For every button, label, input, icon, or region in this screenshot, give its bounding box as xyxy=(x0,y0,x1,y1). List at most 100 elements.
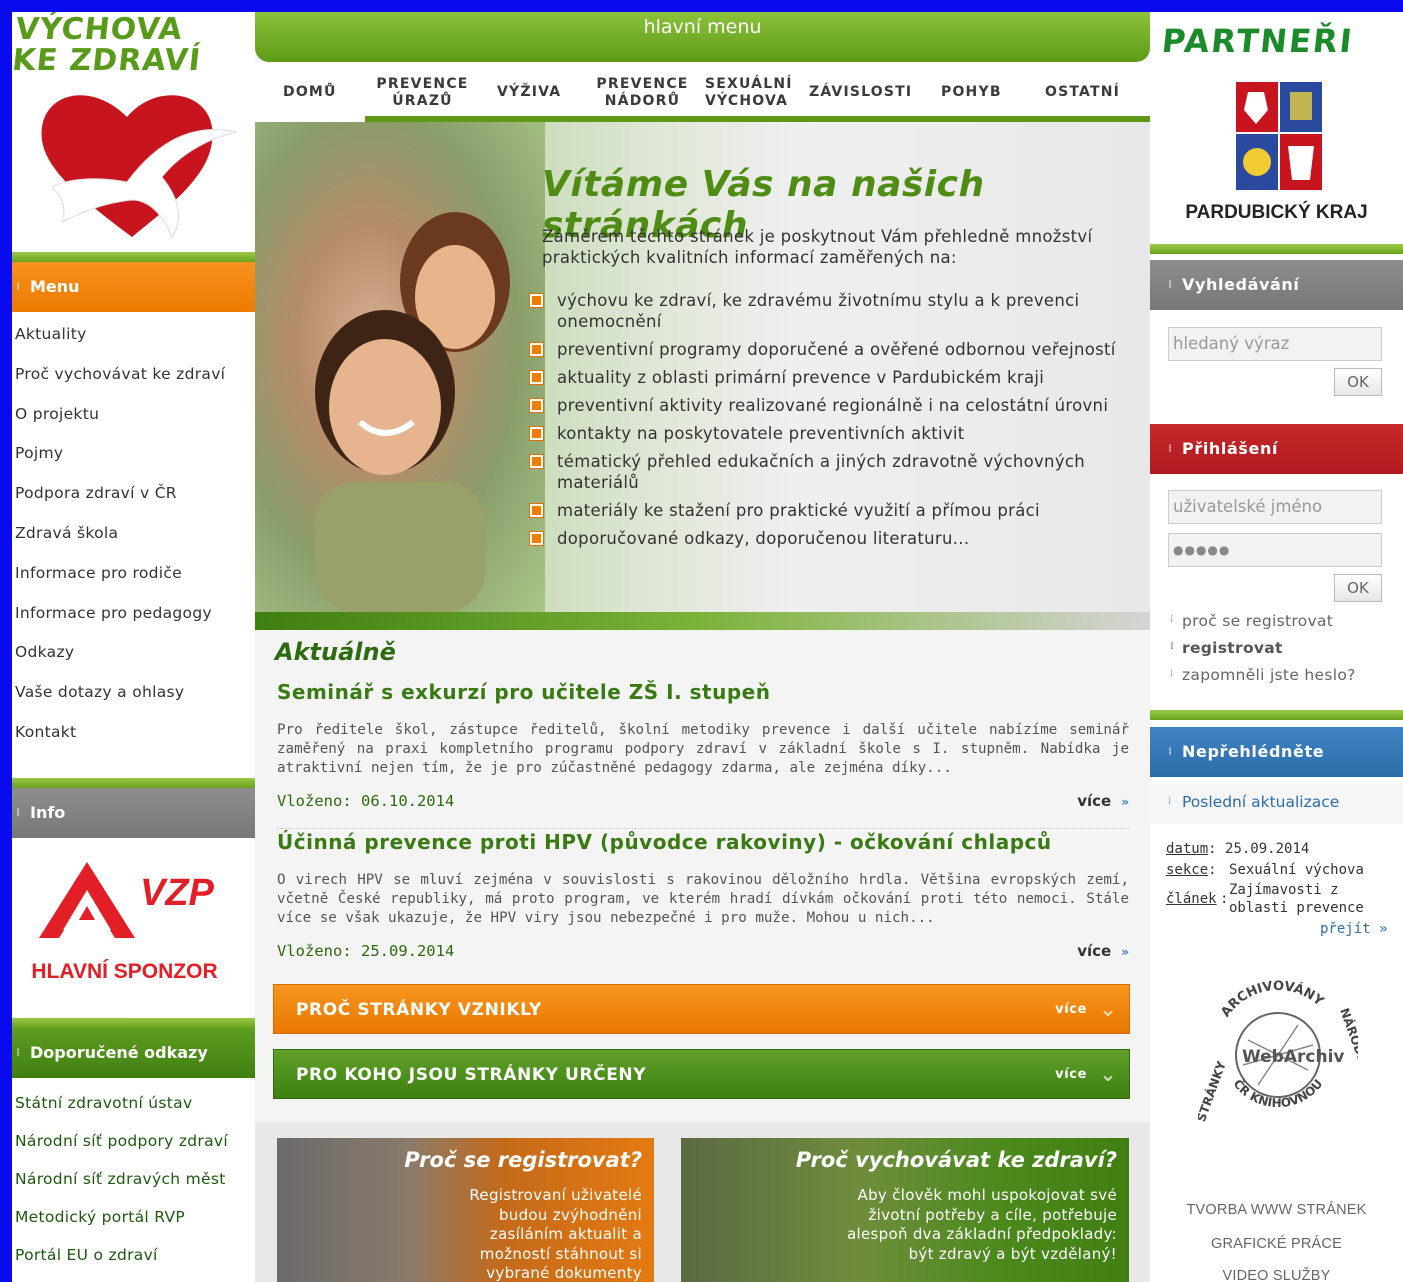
login-button[interactable]: OK xyxy=(1334,574,1382,602)
sponsor-label: HLAVNÍ SPONZOR xyxy=(31,959,218,983)
promo-title: Proč vychovávat ke zdraví? xyxy=(795,1148,1117,1172)
menu-item[interactable]: Informace pro rodiče xyxy=(12,559,255,599)
nav-item-cancer-prevention[interactable]: PREVENCE NÁDORŮ xyxy=(595,76,690,110)
band-more: více xyxy=(1055,1067,1087,1082)
hero-bottom-bar xyxy=(255,612,1150,630)
article-title[interactable]: Účinná prevence proti HPV (původce rakov… xyxy=(277,830,1129,854)
footer-link-web[interactable]: TVORBA WWW STRÁNEK xyxy=(1150,1202,1403,1218)
menu-item[interactable]: Vaše dotazy a ohlasy xyxy=(12,678,255,718)
divider xyxy=(1150,710,1403,720)
news-section: Aktuálně Seminář s exkurzí pro učitele Z… xyxy=(255,630,1150,1130)
site-logo[interactable]: VÝCHOVA KE ZDRAVÍ xyxy=(12,12,255,252)
forgot-password-link[interactable]: ⁞ zapomněli jste heslo? xyxy=(1170,666,1356,684)
footer-link-video[interactable]: VIDEO SLUŽBY xyxy=(1150,1268,1403,1282)
couple-photo-icon xyxy=(315,212,510,612)
menu-item[interactable]: Podpora zdraví v ČR xyxy=(12,479,255,519)
recommended-links: Státní zdravotní ústav Národní síť podpo… xyxy=(12,1078,255,1280)
nav-item-addictions[interactable]: ZÁVISLOSTI xyxy=(809,84,912,101)
bullet-square-icon xyxy=(530,504,543,517)
search-heading: ⁞ Vyhledávání xyxy=(1150,260,1403,310)
password-field[interactable]: ●●●●● xyxy=(1168,533,1382,567)
info-heading: ⁞ Info xyxy=(12,787,255,838)
menu-item[interactable]: Kontakt xyxy=(12,718,255,758)
hero-bullet: kontakty na poskytovatele preventivních … xyxy=(530,423,1120,444)
recommended-link[interactable]: Metodický portál RVP xyxy=(12,1204,255,1242)
webarchiv-badge-icon[interactable]: WebArchiv ARCHIVOVÁNY STRÁNKY NÁRODNÍ ČR… xyxy=(1198,970,1358,1140)
left-menu: Aktuality Proč vychovávat ke zdraví O pr… xyxy=(12,312,255,758)
bullet-square-icon xyxy=(530,371,543,384)
bullet-square-icon xyxy=(530,427,543,440)
go-link[interactable]: přejít » xyxy=(1320,920,1387,938)
sponsor-banner[interactable]: VZP HLAVNÍ SPONZOR xyxy=(12,837,255,1018)
article-date: Vloženo: 06.10.2014 xyxy=(277,792,455,810)
news-article: Seminář s exkurzí pro učitele ZŠ I. stup… xyxy=(277,680,1129,812)
menu-item[interactable]: Pojmy xyxy=(12,439,255,479)
promo-register[interactable]: Proč se registrovat? Registrovaní uživat… xyxy=(277,1138,654,1282)
svg-text:ČR KNIHOVNOU: ČR KNIHOVNOU xyxy=(1231,1076,1326,1110)
promo-why[interactable]: Proč vychovávat ke zdraví? Aby člověk mo… xyxy=(681,1138,1129,1282)
logo-line-1: VÝCHOVA xyxy=(13,12,185,47)
bullet-square-icon xyxy=(530,343,543,356)
menu-item[interactable]: Proč vychovávat ke zdraví xyxy=(12,360,255,400)
nav-item-movement[interactable]: POHYB xyxy=(941,84,1002,101)
news-heading: Aktuálně xyxy=(275,638,396,666)
why-sites-band[interactable]: PROČ STRÁNKY VZNIKLY více ⌄ xyxy=(273,984,1130,1034)
menu-item[interactable]: Aktuality xyxy=(12,320,255,360)
divider xyxy=(1150,244,1403,254)
footer-link-graphics[interactable]: GRAFICKÉ PRÁCE xyxy=(1150,1236,1403,1252)
nav-item-injury-prevention[interactable]: PREVENCE ÚRAZŮ xyxy=(375,76,470,110)
coat-of-arms-icon[interactable] xyxy=(1234,80,1324,195)
divider xyxy=(12,252,255,262)
nav-item-sex-education[interactable]: SEXUÁLNÍ VÝCHOVA xyxy=(705,76,795,110)
article-text: Pro ředitele škol, zástupce ředitelů, šk… xyxy=(277,722,1129,776)
promo-area: Proč se registrovat? Registrovaní uživat… xyxy=(255,1122,1150,1282)
hero-bullet: preventivní aktivity realizované regioná… xyxy=(530,395,1120,416)
nav-item-nutrition[interactable]: VÝŽIVA xyxy=(497,84,561,101)
register-link[interactable]: ⁞ registrovat xyxy=(1170,639,1283,657)
svg-text:WebArchiv: WebArchiv xyxy=(1242,1047,1344,1067)
double-chevron-icon: » xyxy=(1121,945,1129,959)
article-footer: Vloženo: 06.10.2014 více» xyxy=(277,792,1129,812)
vzp-logo-icon xyxy=(39,861,135,938)
hero-bullet: preventivní programy doporučené a ověřen… xyxy=(530,339,1120,360)
hero-bullet: aktuality z oblasti primární prevence v … xyxy=(530,367,1120,388)
bullet-square-icon xyxy=(530,399,543,412)
recommended-link[interactable]: Národní síť zdravých měst xyxy=(12,1166,255,1204)
article-divider xyxy=(277,828,1129,829)
menu-heading: ⁞ Menu xyxy=(12,262,255,312)
nav-item-home[interactable]: DOMŮ xyxy=(283,84,337,101)
promo-text: Registrovaní uživatelé budou zvýhodněni … xyxy=(469,1186,642,1282)
region-name: PARDUBICKÝ KRAJ xyxy=(1185,202,1368,223)
bullet-square-icon xyxy=(530,532,543,545)
more-link[interactable]: více» xyxy=(1077,942,1129,960)
nav-item-other[interactable]: OSTATNÍ xyxy=(1045,84,1120,101)
menu-item[interactable]: Informace pro pedagogy xyxy=(12,599,255,639)
svg-text:STRÁNKY: STRÁNKY xyxy=(1198,1059,1229,1124)
menu-item[interactable]: Odkazy xyxy=(12,638,255,678)
promo-title: Proč se registrovat? xyxy=(404,1148,642,1172)
hero-photo xyxy=(255,122,545,612)
bullet-square-icon xyxy=(530,294,543,307)
menu-item[interactable]: Zdravá škola xyxy=(12,519,255,559)
recommended-link[interactable]: Státní zdravotní ústav xyxy=(12,1090,255,1128)
bullet-square-icon xyxy=(530,455,543,468)
username-field[interactable]: uživatelské jméno xyxy=(1168,490,1382,524)
hero-bullet: materiály ke stažení pro praktické využi… xyxy=(530,500,1120,521)
search-button[interactable]: OK xyxy=(1334,368,1382,396)
partners-heading: PARTNEŘI xyxy=(1160,22,1356,60)
recommended-link[interactable]: Portál EU o zdraví xyxy=(12,1242,255,1280)
divider xyxy=(12,1017,255,1028)
promo-text: Aby člověk mohl uspokojovat své životní … xyxy=(847,1186,1117,1263)
double-chevron-icon: » xyxy=(1121,795,1129,809)
hero-intro: Záměrem těchto stránek je poskytnout Vám… xyxy=(542,227,1093,267)
recommended-link[interactable]: Národní síť podpory zdraví xyxy=(12,1128,255,1166)
for-whom-band[interactable]: PRO KOHO JSOU STRÁNKY URČENY více ⌄ xyxy=(273,1049,1130,1099)
search-input[interactable]: hledaný výraz xyxy=(1168,327,1382,361)
chevron-down-icon: ⌄ xyxy=(1099,997,1117,1021)
article-title[interactable]: Seminář s exkurzí pro učitele ZŠ I. stup… xyxy=(277,680,1129,704)
why-register-link[interactable]: ⁞ proč se registrovat xyxy=(1170,612,1333,630)
menu-item[interactable]: O projektu xyxy=(12,400,255,440)
more-link[interactable]: více» xyxy=(1077,792,1129,810)
band-more: více xyxy=(1055,1002,1087,1017)
welcome-hero: Vítáme Vás na našich stránkách Záměrem t… xyxy=(255,122,1150,630)
